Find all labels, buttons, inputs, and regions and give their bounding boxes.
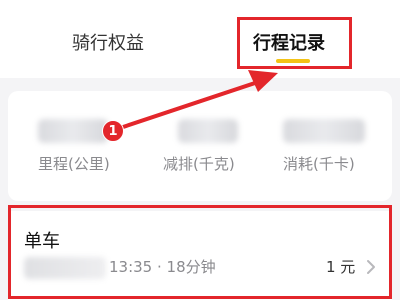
highlight-box-trip	[8, 205, 392, 299]
stat-label-emission: 减排(千克)	[163, 155, 235, 173]
stat-label-mileage: 里程(公里)	[38, 155, 110, 173]
blurred-emission-value	[178, 119, 238, 143]
blurred-calories-value	[283, 119, 365, 143]
stats-card: 里程(公里) 减排(千克) 消耗(千卡)	[8, 91, 392, 201]
annotation-marker: 1	[102, 120, 124, 142]
stat-label-calories: 消耗(千卡)	[283, 155, 355, 173]
blurred-mileage-value	[38, 119, 108, 143]
highlight-box-tab	[237, 17, 352, 69]
tab-riding-rights[interactable]: 骑行权益	[72, 30, 144, 58]
